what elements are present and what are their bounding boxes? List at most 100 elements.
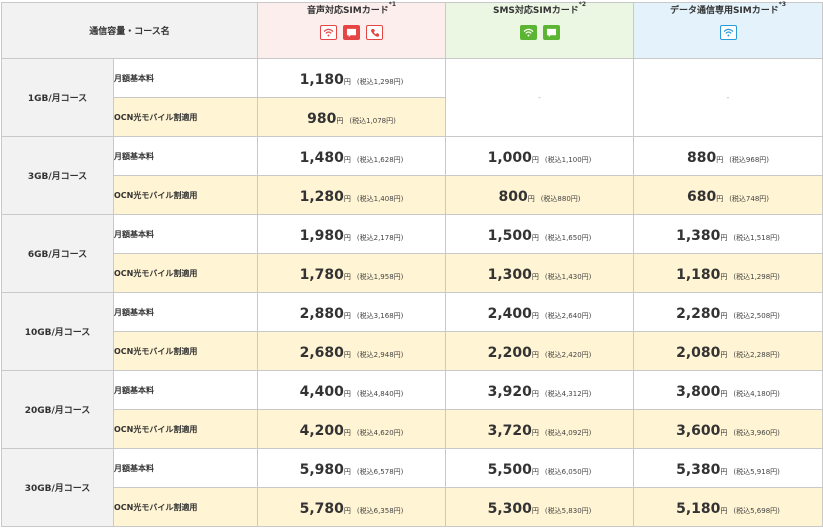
table-row: 6GB/月コース 月額基本料 1,980円 (税込2,178円) 1,500 円 (税…	[1, 214, 823, 293]
course-name: 1GB/月コース	[1, 58, 114, 137]
price-cell-sms: 1,000円 (税込1,100円)	[445, 136, 634, 176]
voice-sim-note: *1	[388, 1, 397, 8]
yen-unit: 円	[720, 233, 728, 242]
table-row-discount: OCN光モバイル割適用 2,680円 (税込2,948円) 2,200 円 (税込2,…	[2, 331, 823, 371]
price-cell-data: 880円 (税込968円)	[633, 136, 823, 176]
price-cell-sms: 3,920円 (税込4,312円)	[445, 370, 634, 410]
tax-included-price: (税込1,298円)	[733, 272, 780, 281]
row-label-discount: OCN光モバイル割適用	[113, 331, 258, 371]
price-cell-data: 2,280円 (税込2,508円)	[633, 292, 823, 332]
tax-included-price: (税込5,918円)	[733, 467, 780, 476]
tax-included-price: (税込2,640円)	[544, 311, 592, 320]
row-label-base: 月額基本料	[113, 214, 258, 254]
yen-unit: 円	[716, 155, 724, 164]
voice-sim-header: 音声対応SIMカード*1	[257, 1, 446, 59]
tax-included-price: (税込1,430円)	[544, 272, 592, 281]
yen-unit: 円	[720, 506, 728, 515]
row-label-base: 月額基本料	[113, 136, 258, 176]
price-amount: 2,400	[487, 305, 532, 322]
price-cell-sms-unavailable: -	[445, 58, 634, 137]
yen-unit: 円	[531, 428, 539, 437]
price-amount: 3,600	[676, 422, 721, 439]
price-cell-voice: 5,980円 (税込6,578円)	[257, 448, 446, 488]
tax-included-price: (税込4,312円)	[544, 389, 592, 398]
row-label-discount: OCN光モバイル割適用	[113, 175, 258, 215]
yen-unit: 円	[343, 428, 351, 437]
price-cell-sms: 2,400円 (税込2,640円)	[445, 292, 634, 332]
tax-included-price: (税込3,168円)	[356, 311, 404, 320]
price-cell-voice: 1,280円 (税込1,408円)	[257, 175, 446, 215]
yen-unit: 円	[343, 311, 351, 320]
table-row-discount: OCN光モバイル割適用 1,280円 (税込1,408円) 800円 (税込880円…	[2, 175, 823, 215]
price-cell-data: 5,180円 (税込5,698円)	[633, 487, 823, 527]
yen-unit: 円	[343, 77, 351, 86]
row-label-base: 月額基本料	[113, 448, 258, 488]
row-label-base: 月額基本料	[113, 370, 258, 410]
tax-included-price: (税込5,698円)	[733, 506, 780, 515]
row-label-discount: OCN光モバイル割適用	[113, 409, 258, 449]
yen-unit: 円	[716, 194, 724, 203]
yen-unit: 円	[343, 467, 351, 476]
price-cell-data: 3,800円 (税込4,180円)	[633, 370, 823, 410]
price-cell-data-unavailable: -	[633, 58, 823, 137]
wifi-icon	[320, 25, 337, 40]
table-row: 3GB/月コース 月額基本料 1,480円 (税込1,628円) 1,000円 (税…	[1, 136, 823, 215]
price-cell-voice: 1,780円 (税込1,958円)	[257, 253, 446, 293]
yen-unit: 円	[720, 350, 728, 359]
tax-included-price: (税込1,408円)	[356, 194, 404, 203]
price-cell-voice: 980円 (税込1,078円)	[257, 97, 446, 137]
tax-included-price: (税込1,628円)	[356, 155, 404, 164]
table-row-discount: OCN光モバイル割適用 4,200円 (税込4,620円) 3,720円 (税込4,…	[2, 409, 823, 449]
price-cell-sms: 800円 (税込880円)	[445, 175, 634, 215]
yen-unit: 円	[343, 506, 351, 515]
price-amount: 5,500	[487, 461, 532, 478]
table-row-discount: OCN光モバイル割適用 1,780円 (税込1,958円) 1,300円 (税込1,…	[2, 253, 823, 293]
tax-included-price: (税込3,960円)	[733, 428, 780, 437]
tax-included-price: (税込1,958円)	[356, 272, 404, 281]
price-amount: 2,880	[299, 305, 344, 322]
price-cell-voice: 1,980円 (税込2,178円)	[257, 214, 446, 254]
yen-unit: 円	[527, 194, 535, 203]
course-name: 6GB/月コース	[1, 214, 114, 293]
price-amount: 1,500	[487, 227, 532, 244]
price-cell-voice: 1,180円 (税込1,298円)	[257, 58, 446, 98]
tax-included-price: (税込1,518円)	[733, 233, 780, 242]
tax-included-price: (税込880円)	[540, 194, 581, 203]
price-cell-data: 680円 (税込748円)	[633, 175, 823, 215]
table-row: 30GB/月コース 月額基本料 5,980円 (税込6,578円) 5,500円(…	[1, 448, 823, 527]
price-cell-sms: 1,300円 (税込1,430円)	[445, 253, 634, 293]
price-amount: 2,200	[487, 344, 532, 361]
tax-included-price: (税込4,840円)	[356, 389, 404, 398]
price-cell-voice: 2,880円 (税込3,168円)	[257, 292, 446, 332]
course-name: 20GB/月コース	[1, 370, 114, 449]
sms-icon	[343, 25, 360, 40]
price-amount: 4,200	[299, 422, 344, 439]
yen-unit: 円	[343, 389, 351, 398]
yen-unit: 円	[720, 272, 728, 281]
course-column-header: 通信容量・コース名	[1, 2, 258, 59]
sms-sim-title: SMS対応SIMカード	[492, 6, 579, 16]
price-amount: 4,400	[299, 383, 344, 400]
tax-included-price: (税込6,578円)	[356, 467, 404, 476]
tax-included-price: (税込968円)	[729, 155, 770, 164]
tax-included-price: (税込2,288円)	[733, 350, 780, 359]
tax-included-price: (税込2,420円)	[544, 350, 592, 359]
price-cell-voice: 4,200円 (税込4,620円)	[257, 409, 446, 449]
price-amount: 1,780	[299, 266, 344, 283]
price-amount: 5,380	[676, 461, 721, 478]
wifi-icon	[719, 25, 737, 40]
tax-included-price: (税込4,620円)	[356, 428, 404, 437]
price-amount: 1,000	[487, 149, 532, 166]
price-cell-voice: 2,680円 (税込2,948円)	[257, 331, 446, 371]
price-amount: 1,280	[299, 188, 344, 205]
tax-included-price: (税込2,508円)	[733, 311, 780, 320]
price-amount: 680	[686, 188, 717, 205]
price-cell-data: 5,380円 (税込5,918円)	[633, 448, 823, 488]
voice-sim-title: 音声対応SIMカード	[306, 6, 389, 16]
course-name: 10GB/月コース	[1, 292, 114, 371]
yen-unit: 円	[336, 116, 344, 125]
yen-unit: 円	[531, 311, 539, 320]
row-label-base: 月額基本料	[113, 292, 258, 332]
yen-unit: 円	[343, 272, 351, 281]
table-row-discount: OCN光モバイル割適用 5,780円 (税込6,358円) 5,300円 (税込5,…	[2, 487, 823, 527]
